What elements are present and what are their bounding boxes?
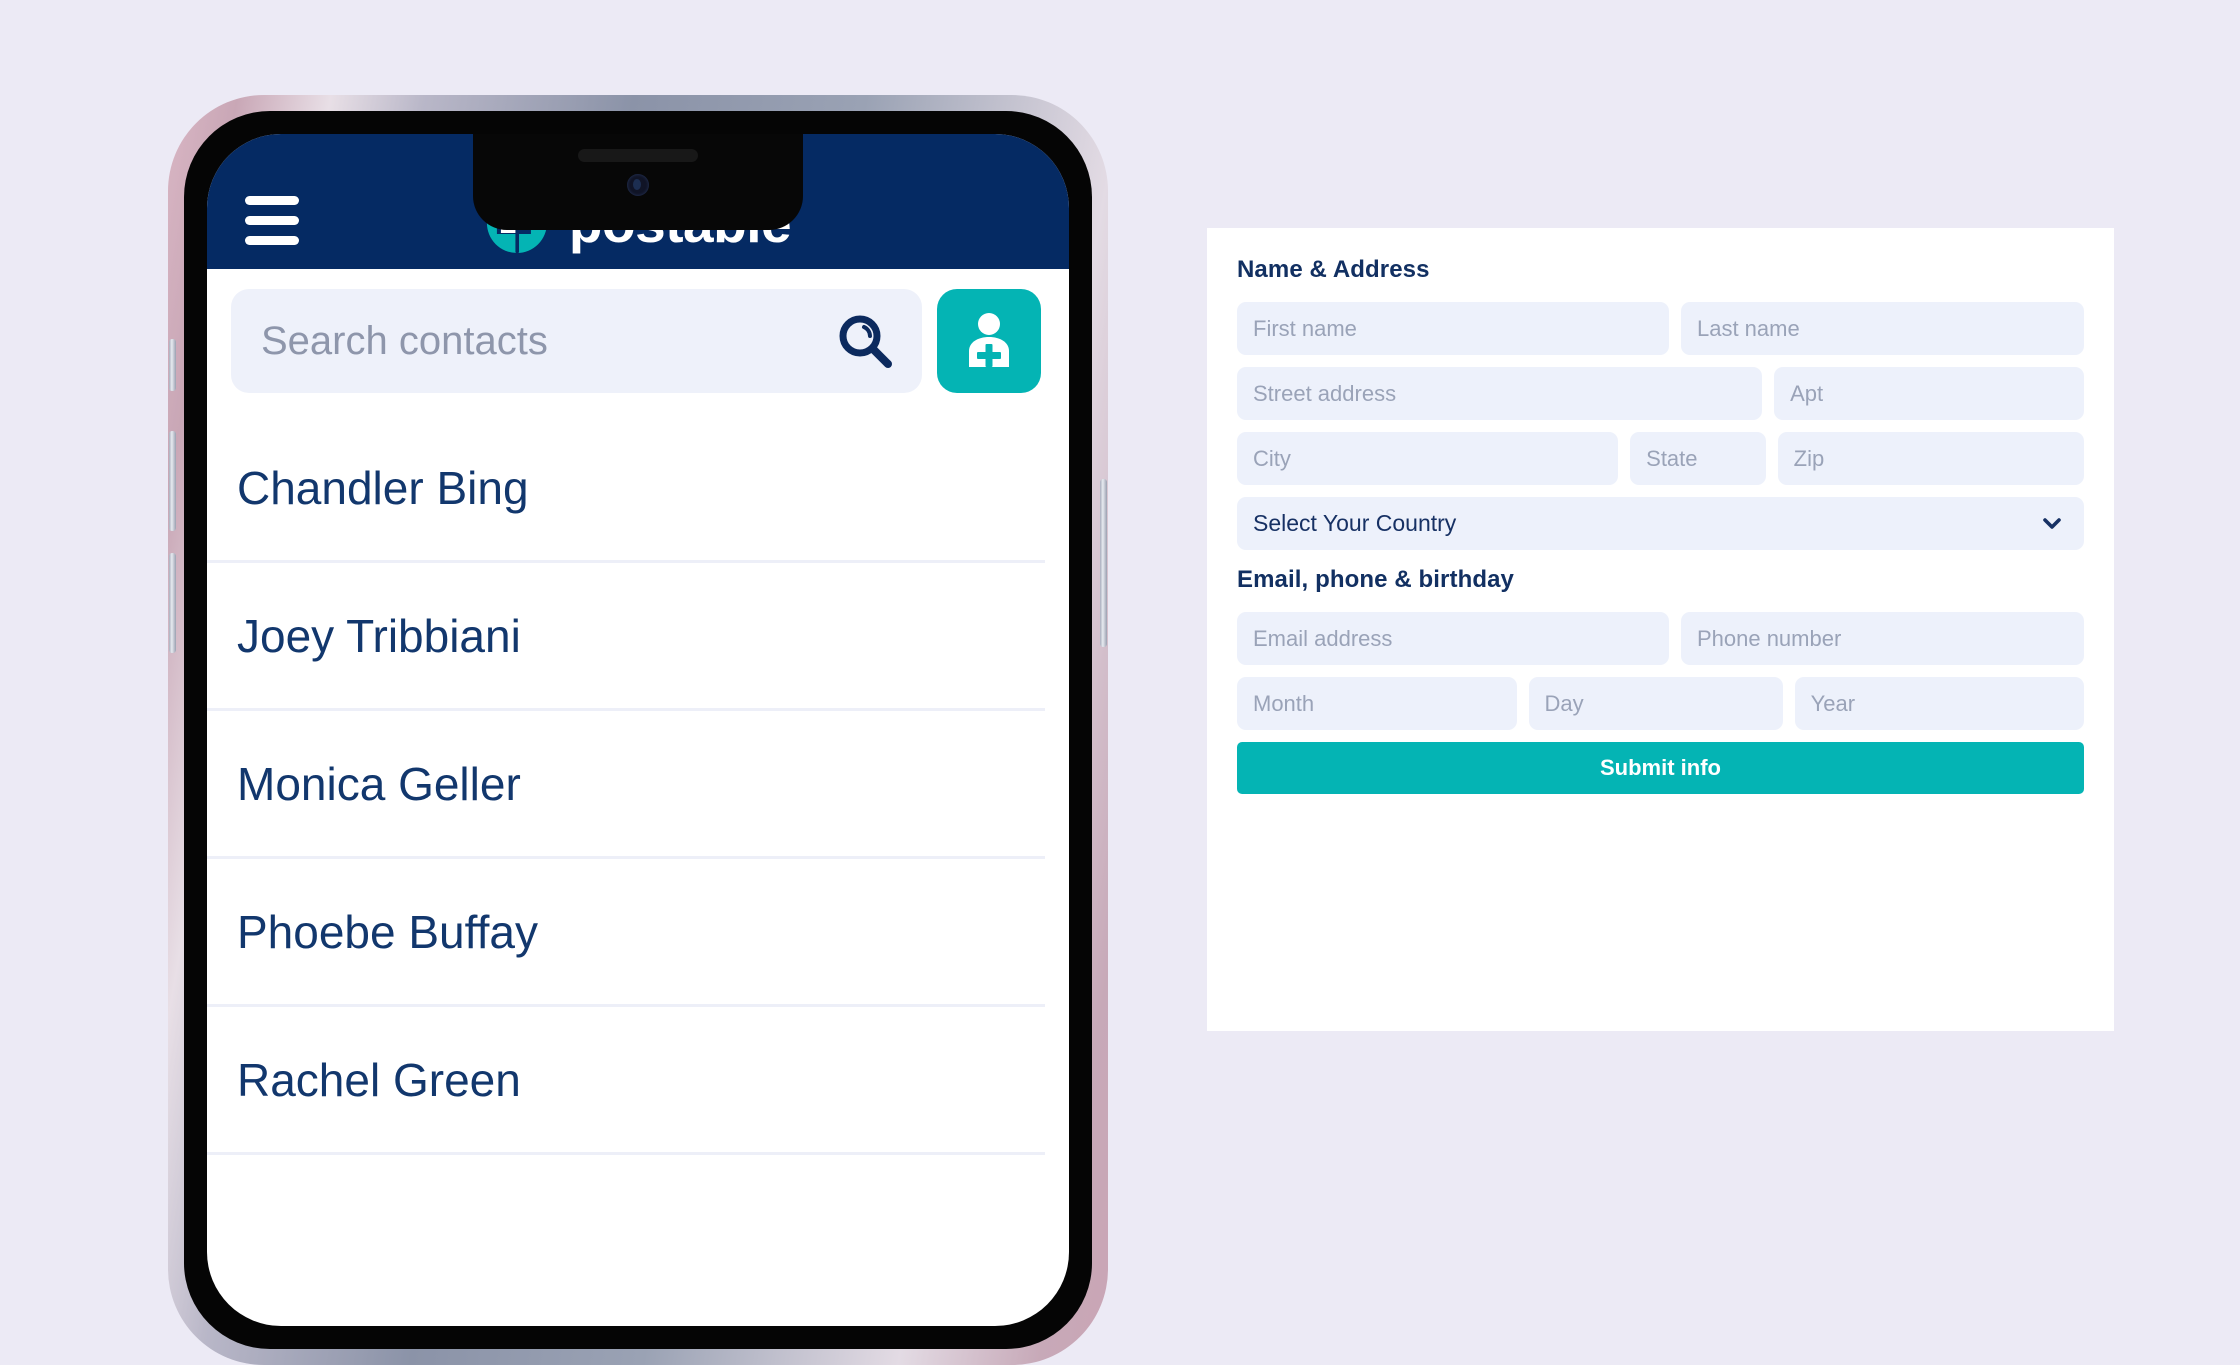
- contact-form-panel: Name & Address First name Last name Stre…: [1207, 228, 2114, 1031]
- name-address-section-title: Name & Address: [1237, 256, 1430, 283]
- email-field[interactable]: Email address: [1237, 612, 1669, 665]
- contact-list-item[interactable]: Rachel Green: [207, 1007, 1045, 1155]
- city-state-zip-row: City State Zip: [1237, 432, 2084, 485]
- contact-list-item[interactable]: Phoebe Buffay: [207, 859, 1045, 1007]
- hamburger-bar: [245, 196, 299, 205]
- search-row: Search contacts: [207, 269, 1069, 415]
- chevron-down-icon: [2043, 517, 2061, 529]
- contact-list: Chandler Bing Joey Tribbiani Monica Gell…: [207, 415, 1069, 1155]
- contact-list-item[interactable]: Chandler Bing: [207, 415, 1045, 563]
- email-phone-section-title: Email, phone & birthday: [1237, 566, 1514, 593]
- city-field[interactable]: City: [1237, 432, 1619, 485]
- birth-year-field[interactable]: Year: [1794, 677, 2084, 730]
- zip-placeholder: Zip: [1793, 445, 1825, 471]
- zip-field[interactable]: Zip: [1777, 432, 2084, 485]
- contact-name: Chandler Bing: [237, 461, 529, 514]
- phone-notch: [473, 134, 803, 230]
- email-phone-row: Email address Phone number: [1237, 612, 2084, 665]
- contact-name: Rachel Green: [237, 1053, 521, 1106]
- first-name-field[interactable]: First name: [1237, 302, 1669, 355]
- phone-field[interactable]: Phone number: [1680, 612, 2084, 665]
- phone-screen-border: postable Search contacts: [184, 111, 1092, 1349]
- first-name-placeholder: First name: [1253, 315, 1357, 341]
- birthday-row: Month Day Year: [1237, 677, 2084, 730]
- phone-outer-bezel: postable Search contacts: [168, 95, 1108, 1365]
- street-field-row: Street address Apt: [1237, 367, 2084, 420]
- person-plus-icon: [969, 313, 1009, 367]
- hamburger-bar: [245, 236, 299, 245]
- day-placeholder: Day: [1544, 690, 1584, 716]
- state-field[interactable]: State: [1630, 432, 1766, 485]
- last-name-field[interactable]: Last name: [1680, 302, 2084, 355]
- add-contact-button[interactable]: [937, 289, 1041, 393]
- phone-mockup: postable Search contacts: [168, 95, 1108, 1365]
- contact-name: Joey Tribbiani: [237, 609, 521, 662]
- submit-info-label: Submit info: [1600, 755, 1721, 780]
- street-address-placeholder: Street address: [1253, 380, 1397, 406]
- apt-field[interactable]: Apt: [1774, 367, 2084, 420]
- front-camera-icon: [627, 174, 649, 196]
- country-select-value: Select Your Country: [1253, 510, 1457, 536]
- street-address-field[interactable]: Street address: [1237, 367, 1763, 420]
- search-input[interactable]: Search contacts: [231, 289, 922, 393]
- country-select[interactable]: Select Your Country: [1237, 497, 2084, 550]
- contact-list-item[interactable]: Joey Tribbiani: [207, 563, 1045, 711]
- city-placeholder: City: [1253, 445, 1291, 471]
- volume-down-button[interactable]: [169, 553, 176, 653]
- birth-day-field[interactable]: Day: [1528, 677, 1783, 730]
- magnifying-glass-icon[interactable]: [834, 310, 896, 372]
- submit-info-button[interactable]: Submit info: [1237, 742, 2084, 794]
- silent-switch-button[interactable]: [169, 339, 176, 391]
- phone-placeholder: Phone number: [1696, 625, 1842, 651]
- month-placeholder: Month: [1253, 690, 1315, 716]
- phone-screen: postable Search contacts: [207, 134, 1069, 1326]
- earpiece-speaker-icon: [578, 149, 698, 162]
- hamburger-bar: [245, 216, 299, 225]
- phone-metal-frame: postable Search contacts: [169, 98, 1107, 1362]
- volume-up-button[interactable]: [169, 431, 176, 531]
- contact-name: Monica Geller: [237, 757, 521, 810]
- last-name-placeholder: Last name: [1696, 315, 1800, 341]
- contact-name: Phoebe Buffay: [237, 905, 538, 958]
- name-field-row: First name Last name: [1237, 302, 2084, 355]
- birth-month-field[interactable]: Month: [1237, 677, 1517, 730]
- search-placeholder: Search contacts: [261, 319, 548, 363]
- phone-metal-frame-inner: postable Search contacts: [169, 101, 1107, 1359]
- contact-list-item[interactable]: Monica Geller: [207, 711, 1045, 859]
- apt-placeholder: Apt: [1790, 380, 1824, 406]
- hamburger-menu-icon[interactable]: [245, 196, 299, 245]
- state-placeholder: State: [1646, 445, 1698, 471]
- year-placeholder: Year: [1810, 690, 1856, 716]
- email-placeholder: Email address: [1253, 625, 1393, 651]
- power-button[interactable]: [1100, 479, 1107, 647]
